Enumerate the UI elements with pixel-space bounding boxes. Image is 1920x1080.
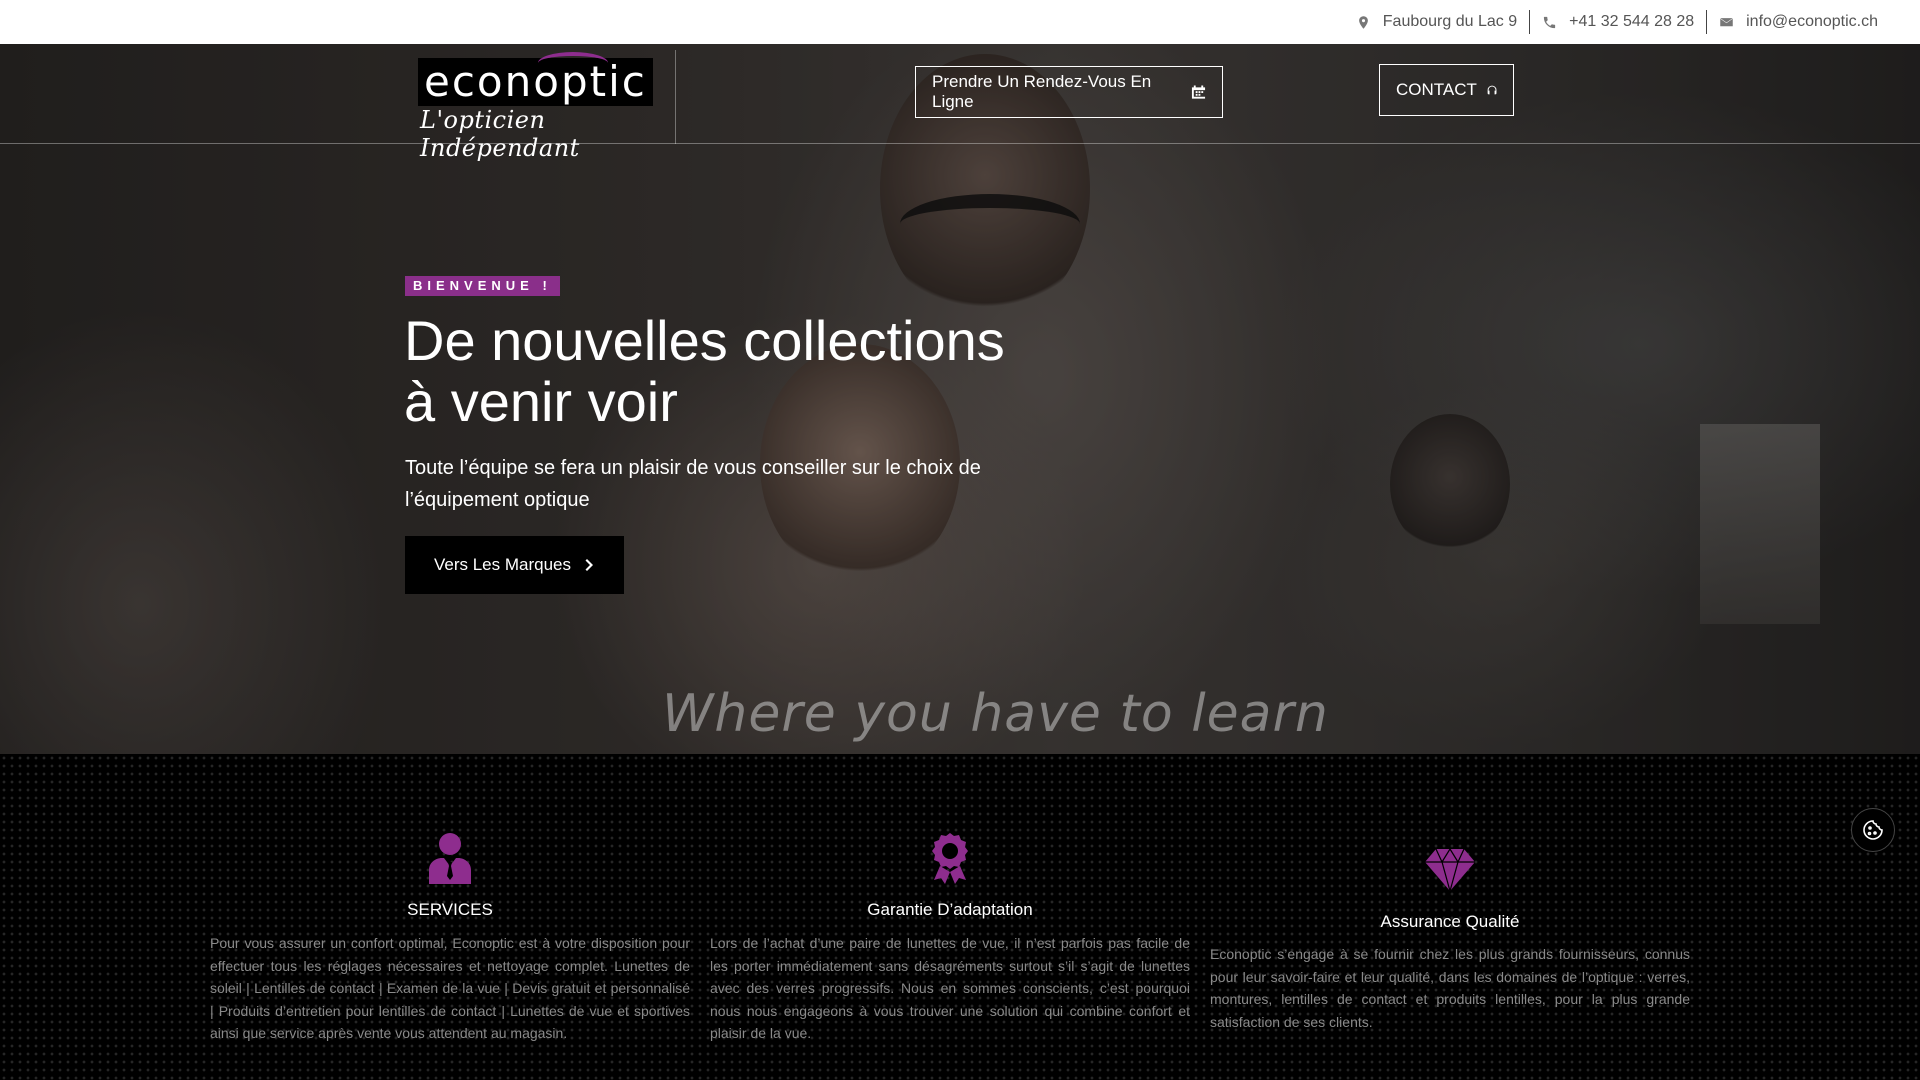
hero-video-caption: Where you have to learn — [662, 684, 1329, 744]
phone-text: +41 32 544 28 28 — [1569, 13, 1695, 30]
contact-label: CONTACT — [1396, 80, 1477, 99]
contact-button[interactable]: CONTACT — [1379, 64, 1514, 116]
calendar-icon — [1191, 85, 1206, 99]
brands-button-label: Vers Les Marques — [433, 555, 571, 574]
phone-info[interactable]: +41 32 544 28 28 — [1529, 10, 1706, 34]
headphones-icon — [1487, 85, 1497, 95]
feature-title: Garantie D’adaptation — [867, 900, 1033, 919]
welcome-badge: BIENVENUE ! — [405, 276, 560, 296]
online-appointment-label: Prendre Un Rendez-Vous En Ligne — [932, 72, 1152, 111]
logo-wordmark: econoptic — [418, 58, 653, 106]
hero-title: De nouvelles collections à venir voir — [404, 310, 1104, 432]
email-info[interactable]: info@econoptic.ch — [1706, 10, 1890, 34]
cookie-settings-button[interactable] — [1851, 808, 1895, 852]
cookie-icon — [1863, 820, 1883, 840]
features-section: SERVICES Pour vous assurer un confort op… — [0, 754, 1920, 1080]
logo-tagline: L'opticien Indépendant — [420, 106, 580, 162]
award-ribbon-icon — [932, 833, 968, 884]
phone-icon — [1543, 16, 1556, 28]
top-info-bar: Faubourg du Lac 9 +41 32 544 28 28 info@… — [0, 0, 1920, 44]
feature-text: Pour vous assurer un confort optimal, Ec… — [210, 935, 690, 1041]
address-info[interactable]: Faubourg du Lac 9 — [1344, 10, 1529, 34]
person-suit-icon — [429, 833, 471, 884]
online-appointment-button[interactable]: Prendre Un Rendez-Vous En Ligne — [915, 66, 1223, 118]
email-text: info@econoptic.ch — [1746, 13, 1878, 30]
feature-text: Econoptic s’engage à se fournir chez les… — [1210, 946, 1690, 1030]
hero-title-line-2: à venir voir — [404, 370, 678, 433]
diamond-icon — [1425, 848, 1475, 892]
logo-arc-mark — [538, 52, 608, 74]
address-text: Faubourg du Lac 9 — [1382, 13, 1518, 30]
feature-title: Assurance Qualité — [1380, 912, 1520, 931]
brands-button[interactable]: Vers Les Marques — [405, 536, 624, 594]
site-logo[interactable]: econoptic L'opticien Indépendant — [418, 50, 676, 162]
hero-section: econoptic L'opticien Indépendant Prendre… — [0, 44, 1920, 754]
site-header: econoptic L'opticien Indépendant Prendre… — [0, 44, 1920, 162]
map-pin-icon — [1358, 15, 1368, 29]
hero-title-line-1: De nouvelles collections — [404, 309, 1005, 372]
feature-text: Lors de l’achat d’une paire de lunettes … — [710, 935, 1190, 1041]
chevron-right-icon — [585, 559, 593, 571]
hero-lead-text: Toute l’équipe se fera un plaisir de vou… — [405, 457, 981, 511]
feature-title: SERVICES — [407, 900, 493, 919]
envelope-icon — [1720, 17, 1733, 26]
